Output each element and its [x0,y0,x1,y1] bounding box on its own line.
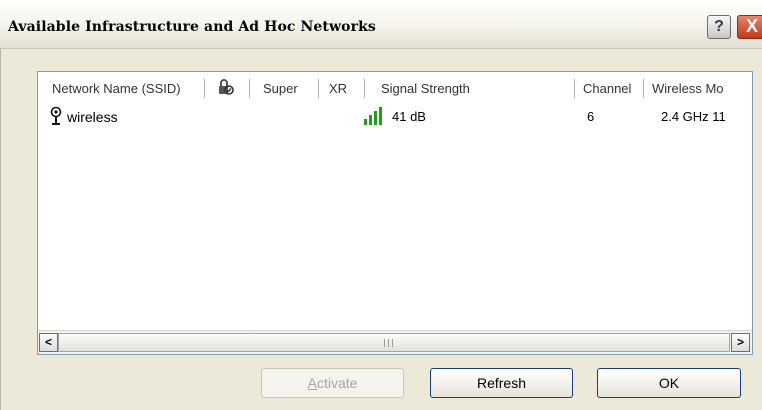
close-button[interactable]: X [737,15,762,39]
column-header-xr[interactable]: XR [329,80,347,98]
security-lock-icon[interactable] [215,77,235,95]
column-header-super[interactable]: Super [263,80,298,98]
column-header-ssid[interactable]: Network Name (SSID) [52,80,181,98]
title-bar[interactable]: Available Infrastructure and Ad Hoc Netw… [0,0,762,49]
table-row[interactable]: wireless 41 dB 6 2.4 GHz 11 [38,106,752,128]
horizontal-scrollbar[interactable]: < > [38,330,752,354]
scroll-thumb[interactable] [58,333,730,352]
networks-dialog: Available Infrastructure and Ad Hoc Netw… [0,0,762,410]
column-separator[interactable] [249,79,250,98]
column-separator[interactable] [574,79,575,98]
ok-button[interactable]: OK [597,368,741,398]
network-ssid: wireless [67,109,118,125]
channel-value: 6 [587,109,595,124]
scroll-left-button[interactable]: < [39,333,58,352]
signal-strength-value: 41 dB [392,109,426,124]
help-button[interactable]: ? [707,15,731,39]
access-point-icon [48,106,64,129]
column-separator[interactable] [318,79,319,98]
column-separator[interactable] [364,79,365,98]
list-header: Network Name (SSID) Super XR Signal Stre… [38,72,752,104]
column-header-channel[interactable]: Channel [583,80,631,98]
signal-bars-icon [363,106,385,129]
refresh-button[interactable]: Refresh [430,368,573,398]
scroll-grip-icon [384,339,393,347]
wireless-mode-value: 2.4 GHz 11 [661,109,726,124]
column-separator[interactable] [204,79,205,98]
column-header-wireless-mode[interactable]: Wireless Mo [652,80,752,98]
window-title: Available Infrastructure and Ad Hoc Netw… [8,19,376,35]
networks-list[interactable]: Network Name (SSID) Super XR Signal Stre… [37,71,753,355]
scroll-right-button[interactable]: > [731,333,750,352]
activate-button[interactable]: Activate [261,368,404,398]
column-header-signal[interactable]: Signal Strength [381,80,470,98]
column-separator[interactable] [643,79,644,98]
